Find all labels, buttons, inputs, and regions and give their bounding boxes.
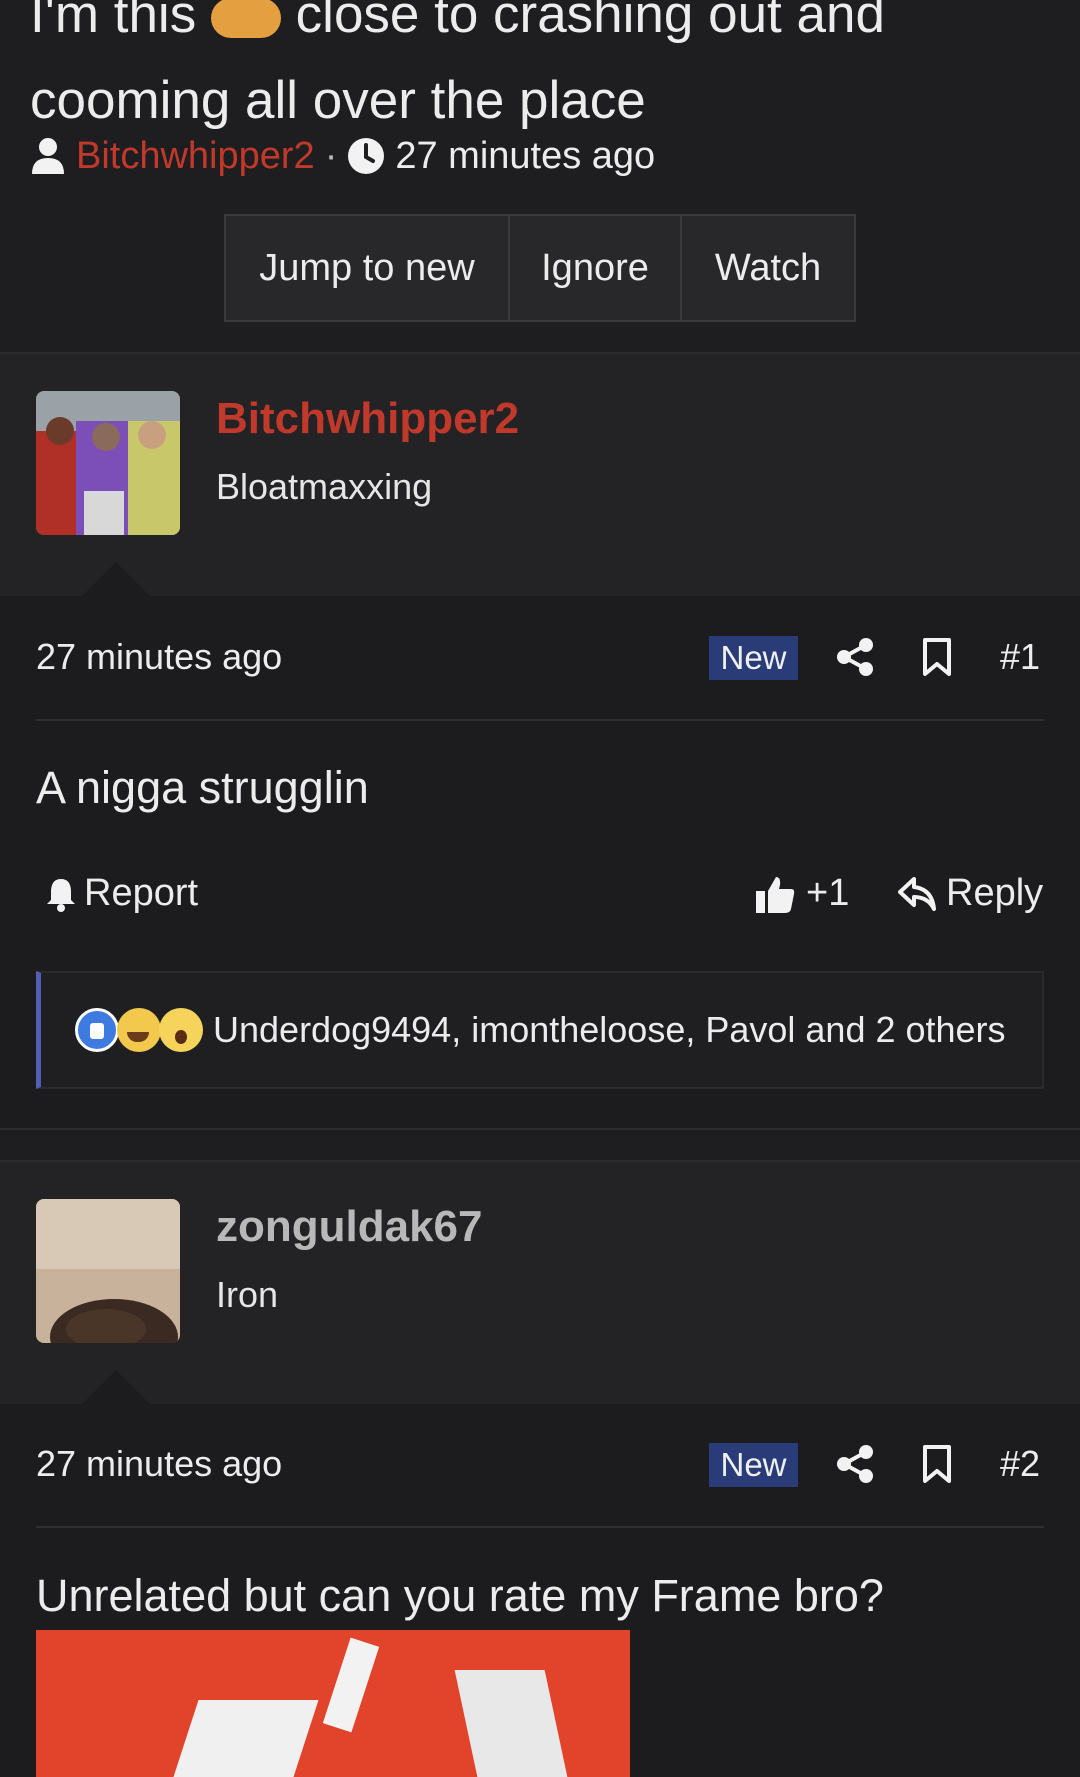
meta-separator: · xyxy=(324,134,338,177)
avatar-image xyxy=(36,1199,180,1343)
new-badge: New xyxy=(709,1443,798,1487)
pinch-emoji-icon xyxy=(210,0,281,38)
avatar-image xyxy=(36,391,180,535)
post-1-user-block: Bitchwhipper2 Bloatmaxxing xyxy=(0,354,1080,598)
bookmark-icon[interactable] xyxy=(922,637,952,677)
like-reaction-icon xyxy=(75,1008,119,1052)
share-icon[interactable] xyxy=(836,1444,876,1484)
share-icon[interactable] xyxy=(836,637,876,677)
thread-meta: Bitchwhipper2 · 27 minutes ago xyxy=(30,128,655,184)
thumbs-up-icon xyxy=(756,876,795,913)
post-divider xyxy=(36,1526,1044,1528)
post-divider xyxy=(36,719,1044,721)
post-number-link[interactable]: #2 xyxy=(1000,1443,1040,1485)
reactions-list[interactable]: Underdog9494, imontheloose, Pavol and 2 … xyxy=(213,1009,1006,1051)
reply-icon xyxy=(898,876,936,911)
post-number-link[interactable]: #1 xyxy=(1000,636,1040,678)
ignore-button[interactable]: Ignore xyxy=(510,216,682,320)
laugh-reaction-icon xyxy=(117,1008,161,1052)
post-message: A nigga strugglin xyxy=(36,762,369,813)
clock-icon xyxy=(348,138,385,174)
post-message: Unrelated but can you rate my Frame bro? xyxy=(36,1570,884,1621)
bookmark-icon[interactable] xyxy=(922,1444,952,1484)
jump-to-new-button[interactable]: Jump to new xyxy=(226,216,510,320)
watch-button[interactable]: Watch xyxy=(682,216,854,320)
post-pointer xyxy=(82,1370,150,1404)
thread-title: I'm this close to crashing out and coomi… xyxy=(30,0,1050,144)
like-count: +1 xyxy=(806,872,850,914)
thread-time[interactable]: 27 minutes ago xyxy=(395,135,655,178)
image-shape xyxy=(173,1700,319,1777)
attached-image[interactable] xyxy=(36,1630,630,1777)
report-label: Report xyxy=(84,872,199,914)
thread-author-link[interactable]: Bitchwhipper2 xyxy=(76,135,315,178)
new-badge: New xyxy=(709,636,798,680)
thread-title-line2: cooming all over the place xyxy=(30,71,646,130)
bell-icon xyxy=(47,878,75,912)
user-icon xyxy=(32,138,64,174)
post-user-title: Iron xyxy=(216,1274,279,1315)
avatar[interactable] xyxy=(36,1199,180,1343)
avatar[interactable] xyxy=(36,391,180,535)
report-button[interactable]: Report xyxy=(44,872,198,915)
thread-header: I'm this close to crashing out and coomi… xyxy=(0,0,1080,352)
image-shape xyxy=(322,1637,380,1733)
reply-button[interactable]: Reply xyxy=(898,872,1043,915)
thread-action-buttons: Jump to new Ignore Watch xyxy=(224,214,856,322)
thread-title-line1: I'm this xyxy=(30,0,197,44)
reaction-icons xyxy=(75,1008,203,1052)
post-pointer xyxy=(82,562,150,596)
post-username[interactable]: zonguldak67 xyxy=(216,1202,483,1252)
post-time[interactable]: 27 minutes ago xyxy=(36,1443,282,1485)
reply-label: Reply xyxy=(946,872,1044,914)
post-user-title: Bloatmaxxing xyxy=(216,466,433,507)
post-time[interactable]: 27 minutes ago xyxy=(36,636,282,678)
post-username[interactable]: Bitchwhipper2 xyxy=(216,394,519,444)
wow-reaction-icon xyxy=(159,1008,203,1052)
post-2-user-block: zonguldak67 Iron xyxy=(0,1162,1080,1406)
post-gap xyxy=(0,1130,1080,1160)
reactions-bar[interactable]: Underdog9494, imontheloose, Pavol and 2 … xyxy=(36,971,1044,1089)
like-button[interactable]: +1 xyxy=(754,872,849,915)
image-shape xyxy=(454,1670,568,1777)
thread-title-line1-rest: close to crashing out and xyxy=(295,0,885,44)
